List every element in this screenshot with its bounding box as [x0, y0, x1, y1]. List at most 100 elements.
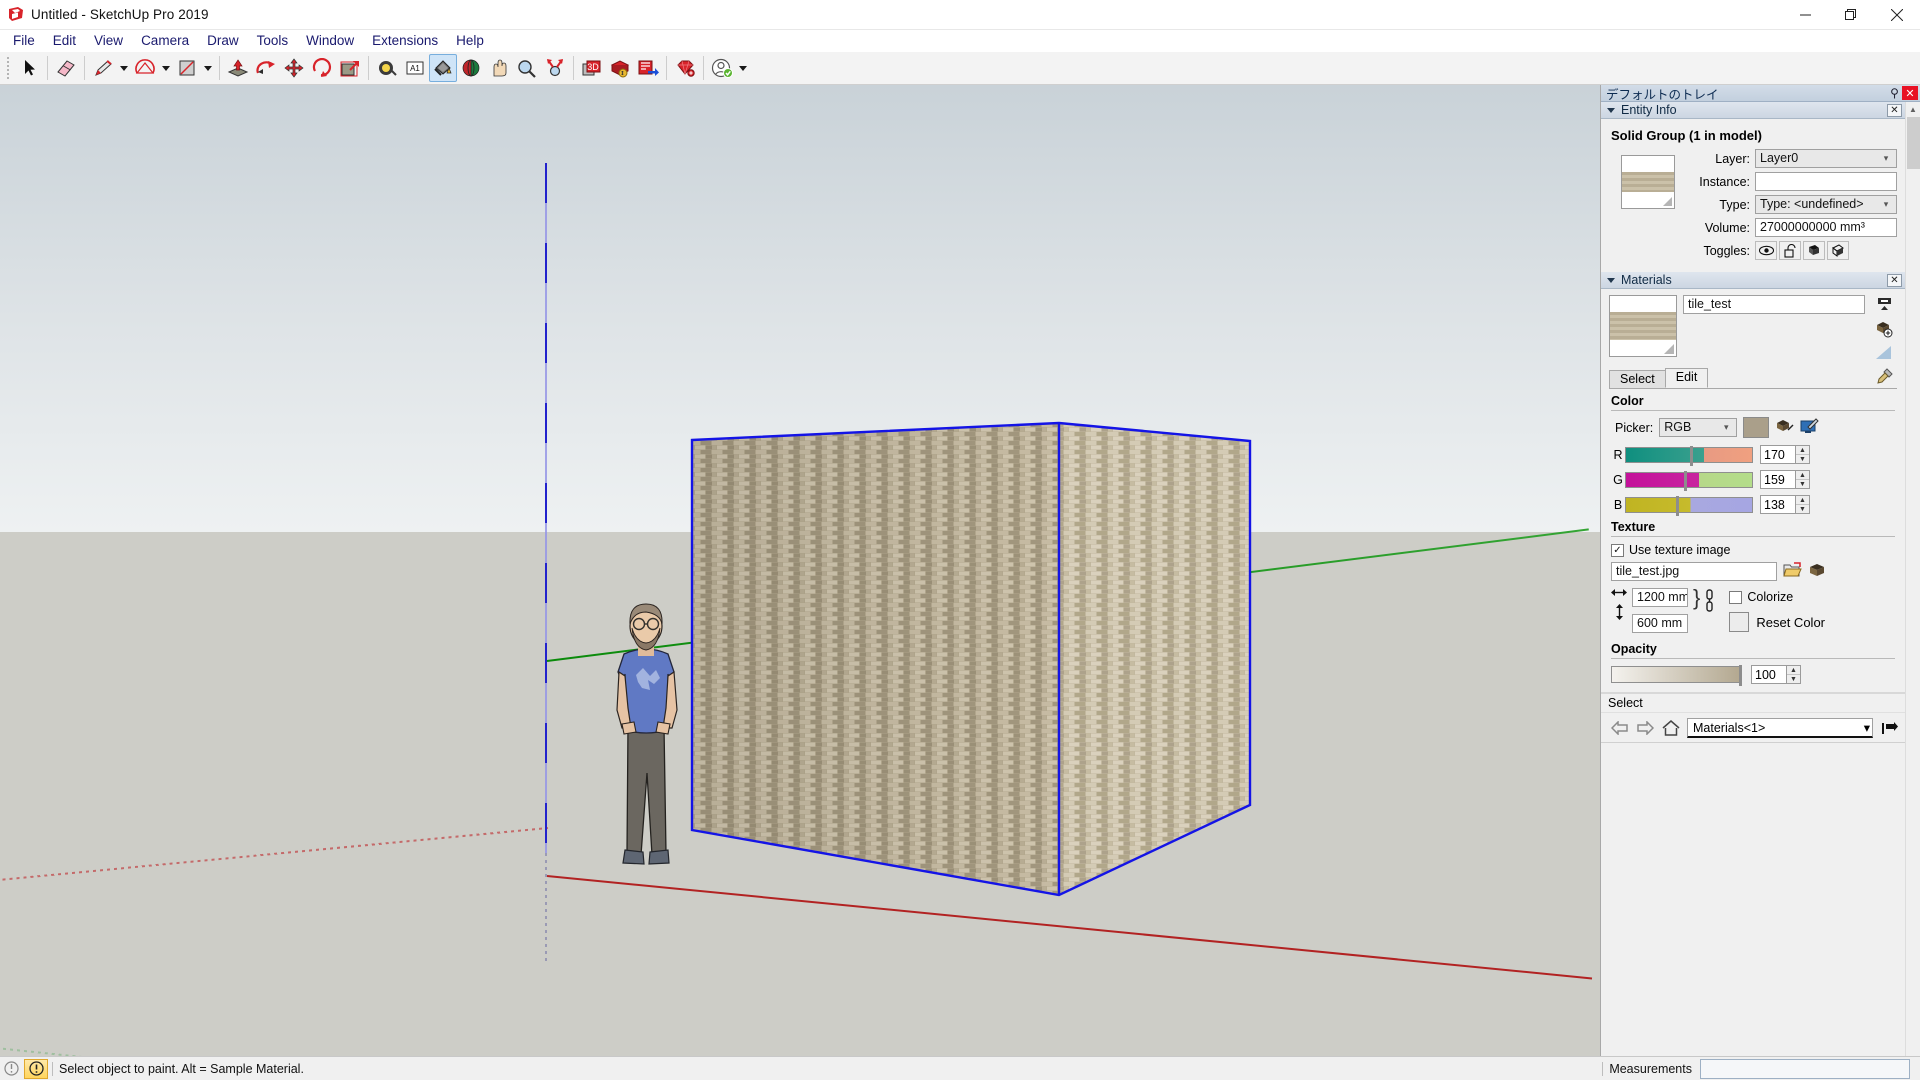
orbit-tool[interactable]	[457, 54, 485, 82]
details-arrow-icon[interactable]	[1879, 718, 1899, 738]
select-tool[interactable]	[15, 54, 43, 82]
opacity-knob[interactable]	[1739, 665, 1742, 686]
spinner-up-icon[interactable]: ▲	[1796, 496, 1809, 505]
minimize-icon[interactable]	[1782, 0, 1828, 30]
user-account-tool[interactable]	[708, 54, 736, 82]
eyedropper-icon[interactable]	[1877, 368, 1897, 388]
chain-link-icon[interactable]	[1705, 588, 1714, 614]
line-tool[interactable]	[89, 54, 117, 82]
tape-measure-tool[interactable]	[373, 54, 401, 82]
rectangle-tool[interactable]	[173, 54, 201, 82]
channel-r-value[interactable]: 170	[1760, 445, 1796, 464]
toolbar-grip[interactable]	[4, 55, 12, 81]
zoom-extents-tool[interactable]	[541, 54, 569, 82]
spinner-down-icon[interactable]: ▼	[1796, 455, 1809, 463]
channel-b-spinner[interactable]: ▲ ▼	[1796, 495, 1810, 514]
extension-warehouse-tool[interactable]	[634, 54, 662, 82]
layer-select[interactable]: Layer0 ▾	[1755, 149, 1897, 168]
channel-b-knob[interactable]	[1676, 495, 1679, 516]
open-folder-icon[interactable]	[1783, 562, 1802, 581]
material-name-input[interactable]: tile_test	[1683, 295, 1865, 314]
spinner-down-icon[interactable]: ▼	[1796, 480, 1809, 488]
scroll-track[interactable]	[1905, 117, 1920, 1056]
reset-color-row[interactable]: Reset Color	[1729, 612, 1825, 632]
help-circle-icon[interactable]	[0, 1061, 22, 1076]
colorize-row[interactable]: Colorize	[1729, 590, 1825, 604]
menu-edit[interactable]: Edit	[44, 30, 85, 52]
pin-icon[interactable]: ⚲	[1887, 86, 1902, 100]
back-arrow-icon[interactable]	[1609, 718, 1629, 738]
tray-close-icon[interactable]: ✕	[1902, 86, 1918, 100]
reset-color-swatch[interactable]	[1729, 612, 1750, 632]
tray-title-bar[interactable]: デフォルトのトレイ ⚲ ✕	[1601, 85, 1920, 102]
3d-modeling-viewport[interactable]	[0, 85, 1600, 1056]
materials-header[interactable]: Materials ✕	[1601, 272, 1905, 289]
opacity-value[interactable]: 100	[1751, 665, 1787, 684]
rectangle-tool-dropdown[interactable]	[201, 54, 215, 82]
unlocked-padlock-icon[interactable]	[1779, 241, 1801, 260]
entity-info-header[interactable]: Entity Info ✕	[1601, 102, 1905, 119]
texture-width-input[interactable]: 1200 mm	[1632, 588, 1688, 607]
channel-g-slider[interactable]	[1625, 470, 1753, 491]
user-account-dropdown[interactable]	[736, 54, 750, 82]
hand-pan-tool[interactable]	[485, 54, 513, 82]
follow-me-tool[interactable]	[252, 54, 280, 82]
channel-b-slider[interactable]	[1625, 495, 1753, 516]
menu-view[interactable]: View	[85, 30, 132, 52]
colorize-checkbox[interactable]	[1729, 590, 1743, 604]
move-tool[interactable]	[280, 54, 308, 82]
match-color-screen-icon[interactable]	[1800, 417, 1819, 438]
info-circle-icon[interactable]	[24, 1058, 48, 1079]
textured-cube-model[interactable]	[690, 405, 1260, 905]
menu-window[interactable]: Window	[297, 30, 363, 52]
display-secondary-selection-icon[interactable]	[1876, 296, 1893, 316]
ruby-gem-tool[interactable]	[671, 54, 699, 82]
spinner-up-icon[interactable]: ▲	[1787, 666, 1800, 675]
scroll-thumb[interactable]	[1906, 117, 1920, 169]
texture-file-input[interactable]: tile_test.jpg	[1611, 562, 1777, 581]
material-library-select[interactable]: Materials<1> ▾	[1687, 718, 1873, 738]
create-material-icon[interactable]	[1875, 320, 1894, 341]
use-texture-checkbox[interactable]: ✓	[1611, 543, 1624, 557]
menu-tools[interactable]: Tools	[248, 30, 298, 52]
maximize-restore-icon[interactable]	[1828, 0, 1874, 30]
opacity-spinner[interactable]: ▲ ▼	[1787, 665, 1801, 684]
spinner-up-icon[interactable]: ▲	[1796, 446, 1809, 455]
tab-select[interactable]: Select	[1609, 370, 1666, 389]
share-model-tool[interactable]	[606, 54, 634, 82]
spinner-down-icon[interactable]: ▼	[1787, 675, 1800, 683]
channel-g-knob[interactable]	[1684, 470, 1687, 491]
material-resize-icon[interactable]	[1875, 345, 1893, 364]
current-material-swatch[interactable]	[1609, 295, 1677, 357]
color-preview-swatch[interactable]	[1743, 417, 1770, 438]
channel-g-spinner[interactable]: ▲ ▼	[1796, 470, 1810, 489]
material-browser-list[interactable]	[1601, 742, 1905, 743]
tray-scrollbar[interactable]: ▲	[1905, 102, 1920, 1056]
instance-input[interactable]	[1755, 172, 1897, 191]
channel-r-knob[interactable]	[1690, 445, 1693, 466]
forward-arrow-icon[interactable]	[1635, 718, 1655, 738]
arc-tool-dropdown[interactable]	[159, 54, 173, 82]
3d-warehouse-tool[interactable]: 3D	[578, 54, 606, 82]
push-pull-tool[interactable]	[224, 54, 252, 82]
edit-texture-image-icon[interactable]	[1808, 562, 1827, 581]
line-tool-dropdown[interactable]	[117, 54, 131, 82]
menu-camera[interactable]: Camera	[132, 30, 198, 52]
channel-r-spinner[interactable]: ▲ ▼	[1796, 445, 1810, 464]
channel-b-value[interactable]: 138	[1760, 495, 1796, 514]
scale-tool[interactable]	[336, 54, 364, 82]
opacity-slider[interactable]	[1611, 665, 1742, 686]
spinner-down-icon[interactable]: ▼	[1796, 505, 1809, 513]
menu-extensions[interactable]: Extensions	[363, 30, 447, 52]
use-texture-row[interactable]: ✓ Use texture image	[1611, 543, 1897, 557]
close-icon[interactable]	[1874, 0, 1920, 30]
menu-help[interactable]: Help	[447, 30, 493, 52]
spinner-up-icon[interactable]: ▲	[1796, 471, 1809, 480]
receive-shadows-icon[interactable]	[1827, 241, 1849, 260]
zoom-tool[interactable]	[513, 54, 541, 82]
channel-r-slider[interactable]	[1625, 445, 1753, 466]
text-tool[interactable]: A1	[401, 54, 429, 82]
rotate-tool[interactable]	[308, 54, 336, 82]
visibility-eye-icon[interactable]	[1755, 241, 1777, 260]
entity-info-close-icon[interactable]: ✕	[1887, 103, 1902, 117]
